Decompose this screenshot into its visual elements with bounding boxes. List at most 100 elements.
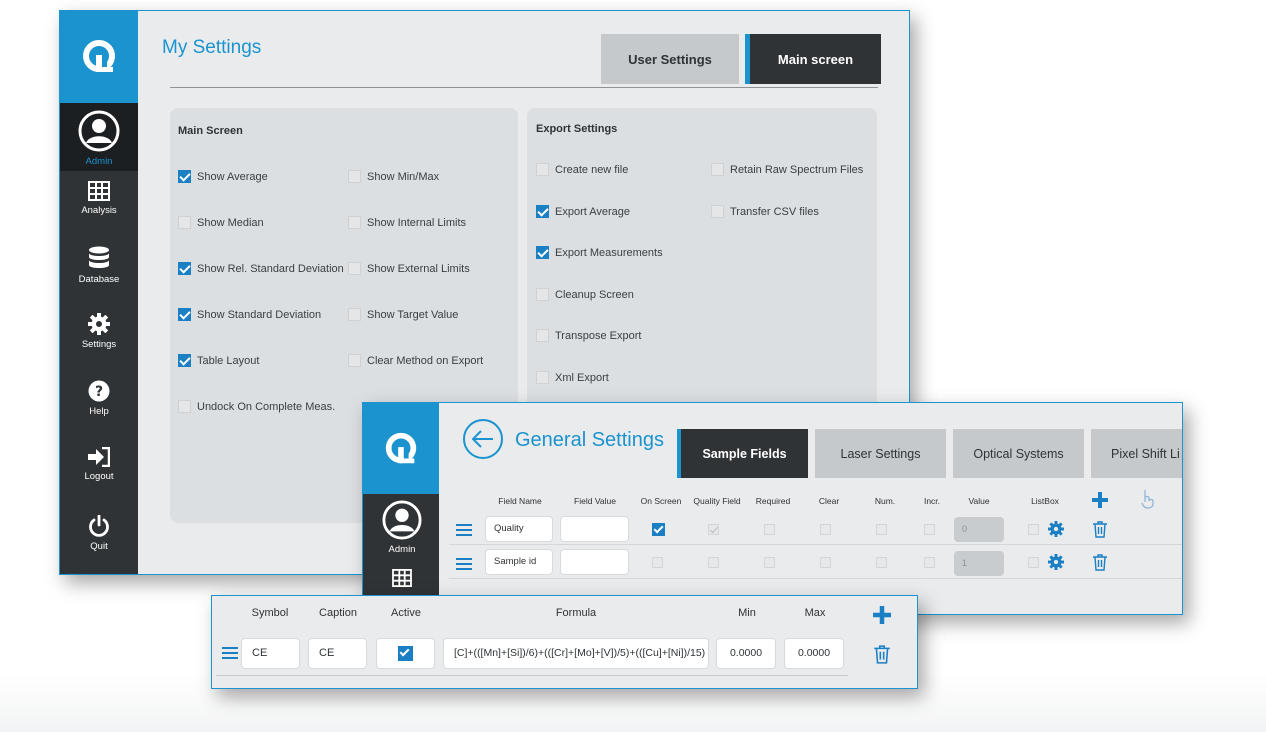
checkbox[interactable] bbox=[348, 216, 361, 229]
sidebar-item-database[interactable]: Database bbox=[60, 246, 138, 285]
option-export-average[interactable]: Export Average bbox=[536, 205, 630, 218]
clear-checkbox[interactable] bbox=[820, 557, 831, 568]
clear-checkbox[interactable] bbox=[820, 524, 831, 535]
checkbox[interactable] bbox=[348, 170, 361, 183]
checkbox[interactable] bbox=[178, 354, 191, 367]
option-clear-method-on-export[interactable]: Clear Method on Export bbox=[348, 354, 483, 367]
sidebar-item-quit[interactable]: Quit bbox=[60, 515, 138, 552]
tab-optical-systems[interactable]: Optical Systems bbox=[953, 429, 1084, 478]
sidebar-item-analysis[interactable]: Analysis bbox=[60, 181, 138, 216]
option-show-external-limits[interactable]: Show External Limits bbox=[348, 262, 470, 275]
formula-input[interactable]: [C]+(([Mn]+[Si])/6)+(([Cr]+[Mo]+[V])/5)+… bbox=[443, 638, 709, 669]
required-checkbox[interactable] bbox=[764, 557, 775, 568]
tab-sample-fields[interactable]: Sample Fields bbox=[677, 429, 808, 478]
option-show-standard-deviation[interactable]: Show Standard Deviation bbox=[178, 308, 321, 321]
checkbox[interactable] bbox=[536, 163, 549, 176]
checkbox[interactable] bbox=[536, 246, 549, 259]
trash-icon[interactable] bbox=[1093, 521, 1107, 538]
checkbox[interactable] bbox=[536, 288, 549, 301]
quality-field-checkbox[interactable] bbox=[708, 524, 719, 535]
on-screen-checkbox[interactable] bbox=[652, 557, 663, 568]
sidebar-item-admin[interactable]: Admin bbox=[60, 103, 138, 171]
sidebar-item-help[interactable]: ? Help bbox=[60, 380, 138, 417]
general-settings-window: Admin General Settings Sample Fields Las… bbox=[362, 402, 1183, 615]
checkbox[interactable] bbox=[178, 400, 191, 413]
checkbox[interactable] bbox=[348, 262, 361, 275]
checkbox[interactable] bbox=[178, 170, 191, 183]
min-input[interactable]: 0.0000 bbox=[716, 638, 776, 669]
trash-icon[interactable] bbox=[874, 645, 890, 664]
option-cleanup-screen[interactable]: Cleanup Screen bbox=[536, 288, 634, 301]
tab-pixel-shift[interactable]: Pixel Shift Li bbox=[1091, 429, 1182, 478]
checkbox[interactable] bbox=[178, 262, 191, 275]
value-input[interactable]: 1 bbox=[954, 551, 1004, 576]
max-input[interactable]: 0.0000 bbox=[784, 638, 844, 669]
option-show-internal-limits[interactable]: Show Internal Limits bbox=[348, 216, 466, 229]
checkbox[interactable] bbox=[536, 329, 549, 342]
field-name-input[interactable]: Sample id bbox=[485, 549, 553, 575]
option-show-rel-standard-deviation[interactable]: Show Rel. Standard Deviation bbox=[178, 262, 344, 275]
option-table-layout[interactable]: Table Layout bbox=[178, 354, 259, 367]
gear-icon bbox=[88, 313, 110, 335]
required-checkbox[interactable] bbox=[764, 524, 775, 535]
app-logo bbox=[363, 403, 439, 494]
option-transpose-export[interactable]: Transpose Export bbox=[536, 329, 641, 342]
caption-input[interactable]: CE bbox=[308, 638, 367, 669]
checkbox[interactable] bbox=[536, 205, 549, 218]
option-label: Show Internal Limits bbox=[367, 216, 467, 229]
sidebar-item-admin[interactable]: Admin bbox=[363, 500, 441, 555]
drag-handle-icon[interactable] bbox=[222, 647, 238, 659]
back-button[interactable] bbox=[463, 419, 503, 459]
sidebar-item-label: Help bbox=[89, 406, 109, 417]
option-create-new-file[interactable]: Create new file bbox=[536, 163, 628, 176]
checkbox[interactable] bbox=[348, 354, 361, 367]
gear-icon[interactable] bbox=[1048, 554, 1064, 570]
sidebar-item-analysis[interactable] bbox=[363, 569, 441, 587]
option-show-median[interactable]: Show Median bbox=[178, 216, 264, 229]
option-retain-raw-spectrum-files[interactable]: Retain Raw Spectrum Files bbox=[711, 163, 863, 176]
checkbox[interactable] bbox=[178, 308, 191, 321]
option-undock-on-complete-meas[interactable]: Undock On Complete Meas. bbox=[178, 400, 335, 413]
checkbox[interactable] bbox=[178, 216, 191, 229]
field-value-input[interactable] bbox=[560, 549, 629, 575]
field-value-input[interactable] bbox=[560, 516, 629, 542]
symbol-input[interactable]: CE bbox=[241, 638, 300, 669]
option-xml-export[interactable]: Xml Export bbox=[536, 371, 609, 384]
add-field-icon[interactable] bbox=[1092, 492, 1108, 508]
pointer-icon[interactable] bbox=[1141, 489, 1155, 509]
option-label: Show External Limits bbox=[367, 262, 470, 275]
checkbox[interactable] bbox=[711, 163, 724, 176]
column-header: Quality Field bbox=[693, 496, 741, 506]
checkbox[interactable] bbox=[536, 371, 549, 384]
sidebar-item-settings[interactable]: Settings bbox=[60, 313, 138, 350]
option-show-min-max[interactable]: Show Min/Max bbox=[348, 170, 439, 183]
incr-checkbox[interactable] bbox=[924, 524, 935, 535]
listbox-checkbox[interactable] bbox=[1028, 524, 1039, 535]
field-name-input[interactable]: Quality bbox=[485, 516, 553, 542]
tab-main-screen[interactable]: Main screen bbox=[745, 34, 881, 84]
gear-icon[interactable] bbox=[1048, 521, 1064, 537]
sidebar-item-logout[interactable]: Logout bbox=[60, 447, 138, 482]
active-checkbox[interactable] bbox=[398, 646, 413, 661]
num-checkbox[interactable] bbox=[876, 557, 887, 568]
on-screen-checkbox[interactable] bbox=[652, 523, 665, 536]
option-transfer-csv-files[interactable]: Transfer CSV files bbox=[711, 205, 819, 218]
checkbox[interactable] bbox=[348, 308, 361, 321]
add-formula-icon[interactable] bbox=[873, 606, 891, 624]
option-export-measurements[interactable]: Export Measurements bbox=[536, 246, 663, 259]
sidebar: Admin bbox=[363, 403, 439, 614]
incr-checkbox[interactable] bbox=[924, 557, 935, 568]
option-show-average[interactable]: Show Average bbox=[178, 170, 268, 183]
listbox-checkbox[interactable] bbox=[1028, 557, 1039, 568]
drag-handle-icon[interactable] bbox=[456, 558, 472, 570]
num-checkbox[interactable] bbox=[876, 524, 887, 535]
checkbox[interactable] bbox=[711, 205, 724, 218]
drag-handle-icon[interactable] bbox=[456, 524, 472, 536]
option-show-target-value[interactable]: Show Target Value bbox=[348, 308, 458, 321]
value-input[interactable]: 0 bbox=[954, 517, 1004, 542]
trash-icon[interactable] bbox=[1093, 554, 1107, 571]
quality-field-checkbox[interactable] bbox=[708, 557, 719, 568]
tab-user-settings[interactable]: User Settings bbox=[601, 34, 739, 84]
tab-laser-settings[interactable]: Laser Settings bbox=[815, 429, 946, 478]
active-checkbox-cell[interactable] bbox=[376, 638, 435, 669]
